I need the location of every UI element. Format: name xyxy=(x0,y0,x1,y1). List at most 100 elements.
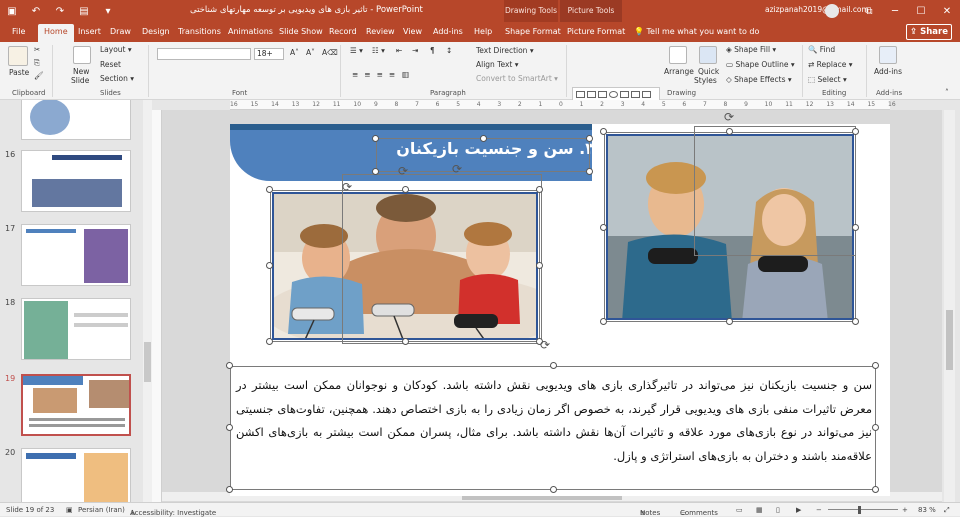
rotate-handle-icon[interactable]: ⟳ xyxy=(342,180,352,194)
close-icon[interactable]: ✕ xyxy=(934,0,960,22)
tab-view[interactable]: View xyxy=(403,27,422,36)
tab-draw[interactable]: Draw xyxy=(110,27,131,36)
slide-show-icon[interactable]: ▶ xyxy=(796,506,801,514)
decrease-font-icon[interactable]: A˅ xyxy=(306,48,315,57)
replace-button[interactable]: ⇄ Replace ▾ xyxy=(808,60,853,69)
find-button[interactable]: 🔍 Find xyxy=(808,45,835,54)
arrange-button[interactable]: Arrange xyxy=(664,67,694,76)
resize-handle[interactable] xyxy=(586,168,593,175)
resize-handle[interactable] xyxy=(550,486,557,493)
shape-fill-button[interactable]: ◈ Shape Fill ▾ xyxy=(726,45,776,54)
shape-outline-button[interactable]: ▭ Shape Outline ▾ xyxy=(726,60,795,69)
clear-formatting-icon[interactable]: A⌫ xyxy=(322,48,338,57)
slide-thumbnail[interactable] xyxy=(21,448,131,502)
decrease-indent-icon[interactable]: ⇤ xyxy=(396,46,402,55)
tab-file[interactable]: File xyxy=(12,27,25,36)
line-spacing-icon[interactable]: ↕ xyxy=(446,46,452,55)
horizontal-ruler[interactable]: 16 15 14 13 12 11 10 9 8 7 6 5 4 3 2 1 0 1 2 3 4 5 6 7 8 9 10 11 12 1… xyxy=(230,100,896,110)
tab-home[interactable]: Home xyxy=(38,24,74,42)
slide-thumbnail-pane[interactable]: 16 17 18 19 20 xyxy=(0,100,142,502)
spellcheck-icon[interactable]: ▣ xyxy=(66,506,73,514)
add-ins-icon[interactable] xyxy=(879,46,897,64)
alignment-icons[interactable]: ≡≡≡≡ xyxy=(352,70,401,79)
tab-transitions[interactable]: Transitions xyxy=(178,27,221,36)
rotate-handle-icon[interactable]: ⟳ xyxy=(398,164,408,178)
collapse-ribbon-icon[interactable]: ˄ xyxy=(945,88,949,97)
slide-thumbnail[interactable] xyxy=(21,100,131,140)
slide-thumbnail[interactable] xyxy=(21,298,131,360)
layout-button[interactable]: Layout ▾ xyxy=(100,45,132,54)
copy-icon[interactable]: ⎘ xyxy=(34,58,40,68)
tell-me-search[interactable]: 💡 Tell me what you want to do xyxy=(634,27,759,36)
font-size-box[interactable]: 18+ xyxy=(254,48,284,60)
resize-handle[interactable] xyxy=(550,362,557,369)
font-name-box[interactable] xyxy=(157,48,251,60)
maximize-icon[interactable]: ☐ xyxy=(908,0,934,22)
reset-button[interactable]: Reset xyxy=(100,60,121,69)
arrange-icon[interactable] xyxy=(669,46,687,64)
tab-help[interactable]: Help xyxy=(474,27,492,36)
user-account[interactable]: azizpanah2019@gmail.com xyxy=(765,5,869,14)
slide[interactable]: ۳. سن و جنسیت بازیکنان سن و جنسیت بازیکن… xyxy=(226,110,890,496)
ribbon-display-icon[interactable]: ⧉ xyxy=(856,0,882,22)
family-gaming-photo[interactable] xyxy=(272,192,538,340)
select-button[interactable]: ⬚ Select ▾ xyxy=(808,75,847,84)
resize-handle[interactable] xyxy=(266,186,273,193)
tab-design[interactable]: Design xyxy=(142,27,170,36)
rotate-handle-icon[interactable]: ⟳ xyxy=(724,110,734,124)
shape-effects-button[interactable]: ◇ Shape Effects ▾ xyxy=(726,75,792,84)
resize-handle[interactable] xyxy=(872,486,879,493)
resize-handle[interactable] xyxy=(726,318,733,325)
rtl-icon[interactable]: ¶ xyxy=(430,46,435,55)
zoom-slider[interactable] xyxy=(828,509,898,510)
thumbnail-scrollbar[interactable] xyxy=(143,100,152,502)
resize-handle[interactable] xyxy=(852,318,859,325)
tab-slide-show[interactable]: Slide Show xyxy=(279,27,323,36)
slide-thumbnail[interactable] xyxy=(21,150,131,212)
section-button[interactable]: Section ▾ xyxy=(100,74,134,83)
fit-to-window-icon[interactable]: ⤢ xyxy=(944,506,950,515)
increase-font-icon[interactable]: A˄ xyxy=(290,48,299,57)
resize-handle[interactable] xyxy=(600,224,607,231)
resize-handle[interactable] xyxy=(872,424,879,431)
save-icon[interactable]: ▣ xyxy=(4,3,20,19)
increase-indent-icon[interactable]: ⇥ xyxy=(412,46,418,55)
tab-review[interactable]: Review xyxy=(366,27,395,36)
rotate-handle-icon[interactable]: ⟳ xyxy=(540,338,550,352)
resize-handle[interactable] xyxy=(536,262,543,269)
format-painter-icon[interactable]: 🖌 xyxy=(34,71,44,80)
zoom-out-icon[interactable]: − xyxy=(816,506,822,514)
start-from-beginning-icon[interactable]: ▤ xyxy=(76,3,92,19)
zoom-level[interactable]: 83 % xyxy=(918,506,936,514)
resize-handle[interactable] xyxy=(480,135,487,142)
resize-handle[interactable] xyxy=(402,186,409,193)
cut-icon[interactable]: ✂ xyxy=(34,45,40,54)
tab-picture-format[interactable]: Picture Format xyxy=(567,27,625,36)
resize-handle[interactable] xyxy=(536,186,543,193)
resize-handle[interactable] xyxy=(266,262,273,269)
undo-icon[interactable]: ↶ xyxy=(28,3,44,19)
resize-handle[interactable] xyxy=(600,318,607,325)
zoom-in-icon[interactable]: + xyxy=(902,506,908,514)
tab-add-ins[interactable]: Add-ins xyxy=(433,27,463,36)
vertical-ruler[interactable] xyxy=(152,110,162,502)
resize-handle[interactable] xyxy=(372,135,379,142)
reading-view-icon[interactable]: ▯ xyxy=(776,506,780,514)
tab-shape-format[interactable]: Shape Format xyxy=(505,27,561,36)
new-slide-button-line2[interactable]: Slide xyxy=(71,76,89,85)
columns-icon[interactable]: ▥ xyxy=(402,70,409,79)
text-direction-button[interactable]: Text Direction ▾ xyxy=(476,46,534,55)
kids-gaming-photo[interactable] xyxy=(606,134,854,320)
share-button[interactable]: ⇪ Share xyxy=(906,24,952,40)
tab-animations[interactable]: Animations xyxy=(228,27,273,36)
redo-icon[interactable]: ↷ xyxy=(52,3,68,19)
resize-handle[interactable] xyxy=(266,338,273,345)
slide-thumbnail[interactable] xyxy=(21,224,131,286)
resize-handle[interactable] xyxy=(600,128,607,135)
resize-handle[interactable] xyxy=(726,128,733,135)
add-ins-button[interactable]: Add-ins xyxy=(874,67,902,76)
paste-icon[interactable] xyxy=(8,46,28,66)
vertical-scrollbar[interactable] xyxy=(944,110,955,502)
resize-handle[interactable] xyxy=(226,362,233,369)
slide-thumbnail-selected[interactable] xyxy=(21,374,131,436)
